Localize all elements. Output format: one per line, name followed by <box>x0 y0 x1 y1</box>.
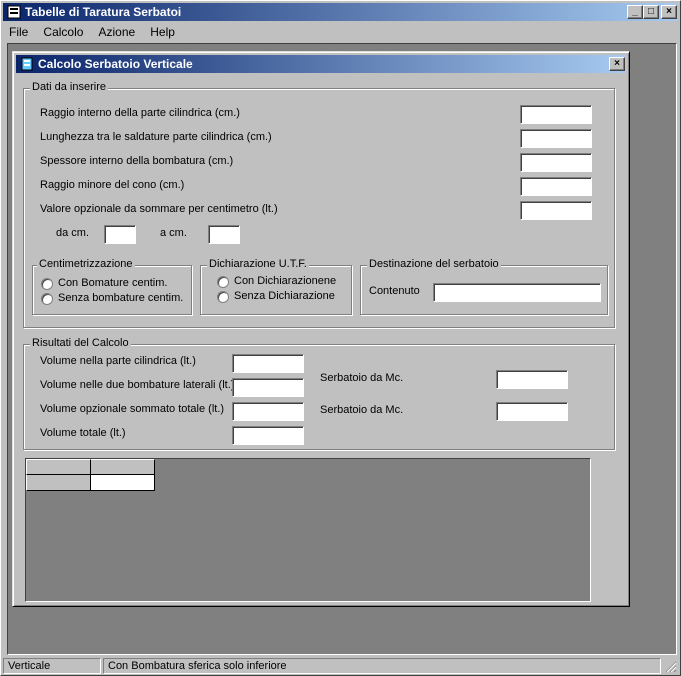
resize-grip-icon[interactable] <box>663 659 677 673</box>
radio-senza-bombature[interactable] <box>41 293 53 305</box>
vol-cilindrica-label: Volume nella parte cilindrica (lt.) <box>40 355 196 367</box>
menu-azione[interactable]: Azione <box>93 23 142 41</box>
dest-group: Destinazione del serbatoio Contenuto <box>360 258 608 315</box>
menubar: File Calcolo Azione Help <box>3 23 181 41</box>
centim-group: Centimetrizzazione Con Bomature centim. … <box>32 258 192 315</box>
serbatoio-mc-label-1: Serbatoio da Mc. <box>320 372 404 384</box>
dialog-title: Calcolo Serbatoio Verticale <box>38 57 193 71</box>
status-left: Verticale <box>3 658 101 674</box>
grid-header-cell <box>26 459 91 475</box>
close-button[interactable]: × <box>661 5 677 19</box>
menu-help[interactable]: Help <box>144 23 181 41</box>
vol-opzionale-label: Volume opzionale sommato totale (lt.) <box>40 403 225 415</box>
inputs-group: Dati da inserire Raggio interno della pa… <box>23 81 615 328</box>
vol-cilindrica-output[interactable] <box>232 354 304 373</box>
radio-con-dichiarazione[interactable] <box>217 276 229 288</box>
dialog-icon <box>20 57 34 71</box>
status-right: Con Bombatura sferica solo inferiore <box>103 658 661 674</box>
da-cm-input[interactable] <box>104 225 136 244</box>
close-icon: × <box>614 58 620 69</box>
field-label-opzionale: Valore opzionale da sommare per centimet… <box>40 203 278 215</box>
grid-row-header-cell <box>26 475 91 491</box>
spessore-input[interactable] <box>520 153 592 172</box>
field-label-spessore: Spessore interno della bombatura (cm.) <box>40 155 234 167</box>
a-cm-label: a cm. <box>160 227 187 239</box>
contenuto-input[interactable] <box>433 283 601 302</box>
results-group: Risultati del Calcolo Volume nella parte… <box>23 337 615 450</box>
vol-opzionale-output[interactable] <box>232 402 304 421</box>
vol-bombature-label: Volume nelle due bombature laterali (lt.… <box>40 379 235 391</box>
vol-totale-label: Volume totale (lt.) <box>40 427 126 439</box>
lunghezza-input[interactable] <box>520 129 592 148</box>
menu-calcolo[interactable]: Calcolo <box>37 23 89 41</box>
menu-file[interactable]: File <box>3 23 34 41</box>
da-cm-label: da cm. <box>56 227 90 239</box>
radio-con-bombature-label: Con Bomature centim. <box>58 277 168 289</box>
dest-group-label: Destinazione del serbatoio <box>367 258 501 270</box>
results-grid[interactable] <box>25 458 591 602</box>
inputs-group-label: Dati da inserire <box>30 81 108 93</box>
serbatoio-mc-output-1[interactable] <box>496 370 568 389</box>
statusbar: Verticale Con Bombatura sferica solo inf… <box>3 657 680 675</box>
field-label-raggio: Raggio interno della parte cilindrica (c… <box>40 107 240 119</box>
utf-group-label: Dichiarazione U.T.F. <box>207 258 309 270</box>
a-cm-input[interactable] <box>208 225 240 244</box>
dialog-window: Calcolo Serbatoio Verticale × Dati da in… <box>12 51 630 607</box>
app-icon <box>7 5 21 19</box>
centim-group-label: Centimetrizzazione <box>37 258 135 270</box>
serbatoio-mc-output-2[interactable] <box>496 402 568 421</box>
radio-con-dichiarazione-label: Con Dichiarazionene <box>234 275 337 287</box>
dialog-titlebar[interactable]: Calcolo Serbatoio Verticale × <box>16 55 626 73</box>
maximize-button[interactable]: □ <box>643 5 659 19</box>
radio-senza-dichiarazione[interactable] <box>217 291 229 303</box>
cono-input[interactable] <box>520 177 592 196</box>
main-titlebar[interactable]: Tabelle di Taratura Serbatoi _ □ × <box>3 3 678 21</box>
vol-bombature-output[interactable] <box>232 378 304 397</box>
raggio-input[interactable] <box>520 105 592 124</box>
opzionale-input[interactable] <box>520 201 592 220</box>
field-label-lunghezza: Lunghezza tra le saldature parte cilindr… <box>40 131 272 143</box>
close-icon: × <box>666 6 672 17</box>
radio-senza-bombature-label: Senza bombature centim. <box>58 292 184 304</box>
serbatoio-mc-label-2: Serbatoio da Mc. <box>320 404 404 416</box>
maximize-icon: □ <box>647 6 655 17</box>
radio-senza-dichiarazione-label: Senza Dichiarazione <box>234 290 335 302</box>
utf-group: Dichiarazione U.T.F. Con Dichiarazionene… <box>200 258 352 315</box>
grid-header-cell <box>91 459 155 475</box>
minimize-button[interactable]: _ <box>627 5 643 19</box>
radio-con-bombature[interactable] <box>41 278 53 290</box>
grid-data-cell[interactable] <box>91 475 155 491</box>
minimize-icon: _ <box>632 6 638 17</box>
dialog-close-button[interactable]: × <box>609 57 625 71</box>
vol-totale-output[interactable] <box>232 426 304 445</box>
main-title: Tabelle di Taratura Serbatoi <box>25 5 182 19</box>
field-label-cono: Raggio minore del cono (cm.) <box>40 179 185 191</box>
results-group-label: Risultati del Calcolo <box>30 337 131 349</box>
contenuto-label: Contenuto <box>369 285 420 297</box>
